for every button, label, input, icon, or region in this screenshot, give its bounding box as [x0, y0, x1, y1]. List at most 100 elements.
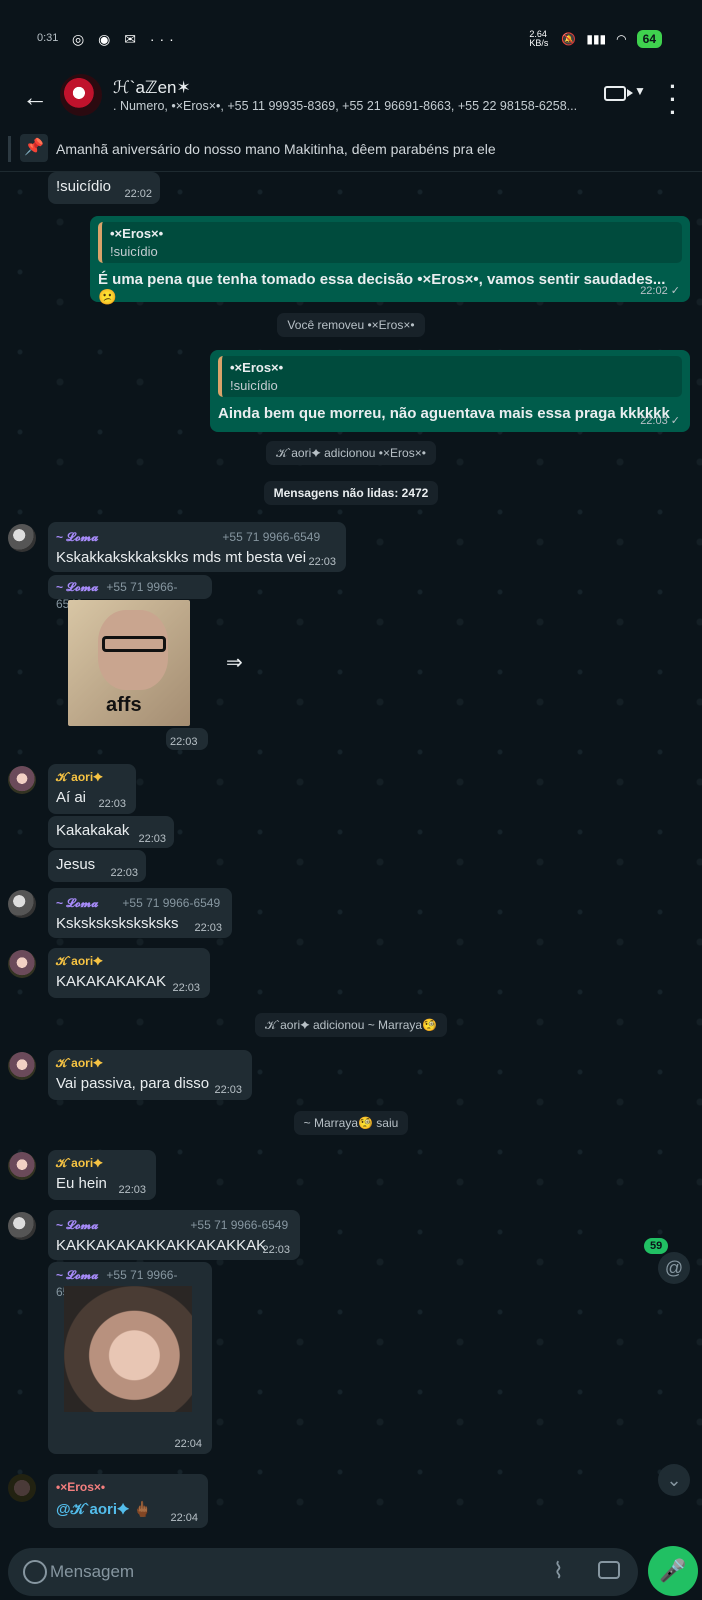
- message-time: 22:03: [138, 833, 166, 845]
- message-bubble[interactable]: •×Eros×• !suicídio É uma pena que tenha …: [90, 216, 690, 306]
- sender-phone: +55 71 9966-6549: [222, 530, 321, 544]
- group-members[interactable]: . Numero, •×Eros×•, +55 11 99935-8369, +…: [113, 99, 583, 113]
- message-time: 22:03: [170, 736, 198, 748]
- sticker-header: ~ 𝓛𝓸𝓶𝓪+55 71 9966-6549: [48, 575, 212, 611]
- sender-phone: +55 71 9966-6549: [122, 896, 221, 910]
- battery-badge: 64: [636, 30, 662, 48]
- message-bubble[interactable]: Jesus 22:03: [48, 850, 146, 882]
- message-bubble[interactable]: 𝒦`aori✦ Aí ai 22:03: [48, 764, 136, 814]
- camera-icon[interactable]: [598, 1561, 620, 1579]
- message-bubble[interactable]: ~ 𝓛𝓸𝓶𝓪 +55 71 9966-6549 KAKKAKAKAKKAKKAKA…: [48, 1210, 300, 1260]
- message-bubble[interactable]: ~ 𝓛𝓸𝓶𝓪+55 71 9966-6549 22:04: [48, 1262, 212, 1454]
- sender-phone: +55 71 9966-6549: [190, 1218, 289, 1232]
- attach-icon[interactable]: ⌇: [553, 1558, 564, 1584]
- quoted-text: !suicídio: [230, 378, 278, 393]
- pinned-message-text: Amanhã aniversário do nosso mano Makitin…: [56, 141, 496, 157]
- pin-icon: 📌: [20, 134, 48, 162]
- quoted-message[interactable]: •×Eros×• !suicídio: [218, 356, 682, 397]
- message-bubble[interactable]: 𝒦`aori✦ KAKAKAKAKAK 22:03: [48, 948, 210, 998]
- sender-name[interactable]: ~ 𝓛𝓸𝓶𝓪: [56, 580, 98, 594]
- chat-header: ← ℋ`aℤen✶ . Numero, •×Eros×•, +55 11 999…: [0, 72, 702, 124]
- message-time: 22:03: [172, 982, 200, 994]
- message-text: É uma pena que tenha tomado essa decisão…: [98, 271, 666, 306]
- message-time: 22:02: [124, 188, 152, 200]
- emoji-icon[interactable]: [23, 1560, 47, 1584]
- pinned-message-bar[interactable]: 📌 Amanhã aniversário do nosso mano Makit…: [0, 128, 702, 172]
- system-notice-text: Você removeu •×Eros×•: [277, 313, 425, 337]
- signal-icon: ▮▮▮: [586, 32, 607, 46]
- group-title[interactable]: ℋ`aℤen✶: [113, 78, 191, 98]
- message-bubble[interactable]: 𝒦`aori✦ Eu hein 22:03: [48, 1150, 156, 1200]
- system-notice-text: ~ Marraya🧐 saiu: [293, 1111, 409, 1135]
- quoted-sender: •×Eros×•: [110, 226, 164, 241]
- message-text: KAKKAKAKAKKAKKAKAKKAK: [56, 1237, 267, 1254]
- chat-area[interactable]: !suicídio 22:02 •×Eros×• !suicídio É uma…: [0, 172, 702, 1548]
- avatar[interactable]: [8, 950, 36, 978]
- more-options-icon[interactable]: · · ·: [668, 76, 678, 124]
- message-time: 22:03: [214, 1084, 242, 1096]
- message-time-chip: 22:03: [166, 728, 208, 750]
- sender-name[interactable]: ~ 𝓛𝓸𝓶𝓪: [56, 530, 98, 544]
- mute-icon: 🔕: [561, 32, 577, 46]
- system-notice: 𝒦`aori✦ adicionou •×Eros×•: [0, 441, 702, 465]
- network-speed: 2.64 KB/s: [529, 29, 549, 48]
- message-bubble[interactable]: 𝒦`aori✦ Vai passiva, para disso 22:03: [48, 1050, 252, 1100]
- composer-bar: Mensagem ⌇ 🎤: [0, 1546, 702, 1600]
- call-dropdown-icon[interactable]: ▼: [634, 84, 646, 98]
- message-time: 22:02 ✓: [640, 285, 680, 297]
- message-text: Kskakkakskkakskks mds mt besta vei: [56, 549, 307, 566]
- avatar[interactable]: [8, 890, 36, 918]
- system-notice: ~ Marraya🧐 saiu: [0, 1111, 702, 1135]
- back-arrow-icon[interactable]: ←: [22, 82, 48, 113]
- sender-name[interactable]: •×Eros×•: [56, 1480, 200, 1494]
- sender-name[interactable]: 𝒦`aori✦: [56, 1156, 148, 1171]
- avatar[interactable]: [8, 1052, 36, 1080]
- system-notice-text: 𝒦`aori✦ adicionou ~ Marraya🧐: [254, 1013, 447, 1037]
- message-bubble[interactable]: ~ 𝓛𝓸𝓶𝓪 +55 71 9966-6549 Ksksksksksksksks …: [48, 888, 232, 938]
- sender-name[interactable]: ~ 𝓛𝓸𝓶𝓪: [56, 1218, 98, 1232]
- message-time: 22:03: [308, 556, 336, 568]
- unread-count-text: Mensagens não lidas: 2472: [263, 481, 439, 505]
- message-placeholder: Mensagem: [50, 1562, 135, 1581]
- message-bubble[interactable]: ~ 𝓛𝓸𝓶𝓪 +55 71 9966-6549 Kskakkakskkakskks…: [48, 522, 346, 572]
- avatar[interactable]: [8, 766, 36, 794]
- mentions-count-badge: 59: [644, 1238, 669, 1254]
- quoted-message[interactable]: •×Eros×• !suicídio: [98, 222, 682, 263]
- sticker-image[interactable]: affs: [68, 600, 190, 726]
- sender-name[interactable]: 𝒦`aori✦: [56, 770, 128, 785]
- mic-icon[interactable]: 🎤: [648, 1546, 698, 1596]
- forward-icon[interactable]: ⇒: [226, 650, 243, 675]
- photo-image[interactable]: [64, 1286, 192, 1412]
- group-avatar[interactable]: [60, 74, 102, 116]
- message-time: 22:04: [174, 1438, 202, 1450]
- message-emoji: 🖕🏾: [133, 1501, 152, 1518]
- sender-name[interactable]: ~ 𝓛𝓸𝓶𝓪: [56, 1268, 98, 1282]
- message-bubble[interactable]: Kakakakak 22:03: [48, 816, 174, 848]
- sender-name[interactable]: 𝒦`aori✦: [56, 954, 202, 969]
- message-time: 22:03: [98, 798, 126, 810]
- message-time: 22:03: [118, 1184, 146, 1196]
- avatar[interactable]: [8, 1212, 36, 1240]
- sticker-glasses: [102, 636, 166, 652]
- avatar[interactable]: [8, 1474, 36, 1502]
- message-time: 22:03: [110, 867, 138, 879]
- video-call-icon[interactable]: [604, 86, 633, 101]
- mention-link[interactable]: @𝒦`aori✦: [56, 1501, 129, 1518]
- avatar[interactable]: [8, 1152, 36, 1180]
- avatar[interactable]: [8, 524, 36, 552]
- message-time: 22:03: [194, 922, 222, 934]
- mentions-button[interactable]: @: [658, 1252, 690, 1284]
- message-bubble[interactable]: •×Eros×• @𝒦`aori✦ 🖕🏾 22:04: [48, 1474, 208, 1528]
- pinned-indicator: [8, 136, 11, 162]
- message-bubble[interactable]: •×Eros×• !suicídio Ainda bem que morreu,…: [210, 350, 690, 432]
- scroll-down-icon[interactable]: ⌄: [658, 1464, 690, 1496]
- sender-name[interactable]: 𝒦`aori✦: [56, 1056, 244, 1071]
- sender-name[interactable]: ~ 𝓛𝓸𝓶𝓪: [56, 896, 98, 910]
- message-input[interactable]: Mensagem ⌇: [8, 1548, 638, 1596]
- message-bubble[interactable]: !suicídio 22:02: [48, 172, 160, 204]
- status-time: 0:31: [37, 32, 59, 44]
- message-text: Jesus: [56, 856, 96, 873]
- system-notice-text: 𝒦`aori✦ adicionou •×Eros×•: [266, 441, 436, 465]
- message-time: 22:03: [262, 1244, 290, 1256]
- message-time: 22:03 ✓: [640, 415, 680, 427]
